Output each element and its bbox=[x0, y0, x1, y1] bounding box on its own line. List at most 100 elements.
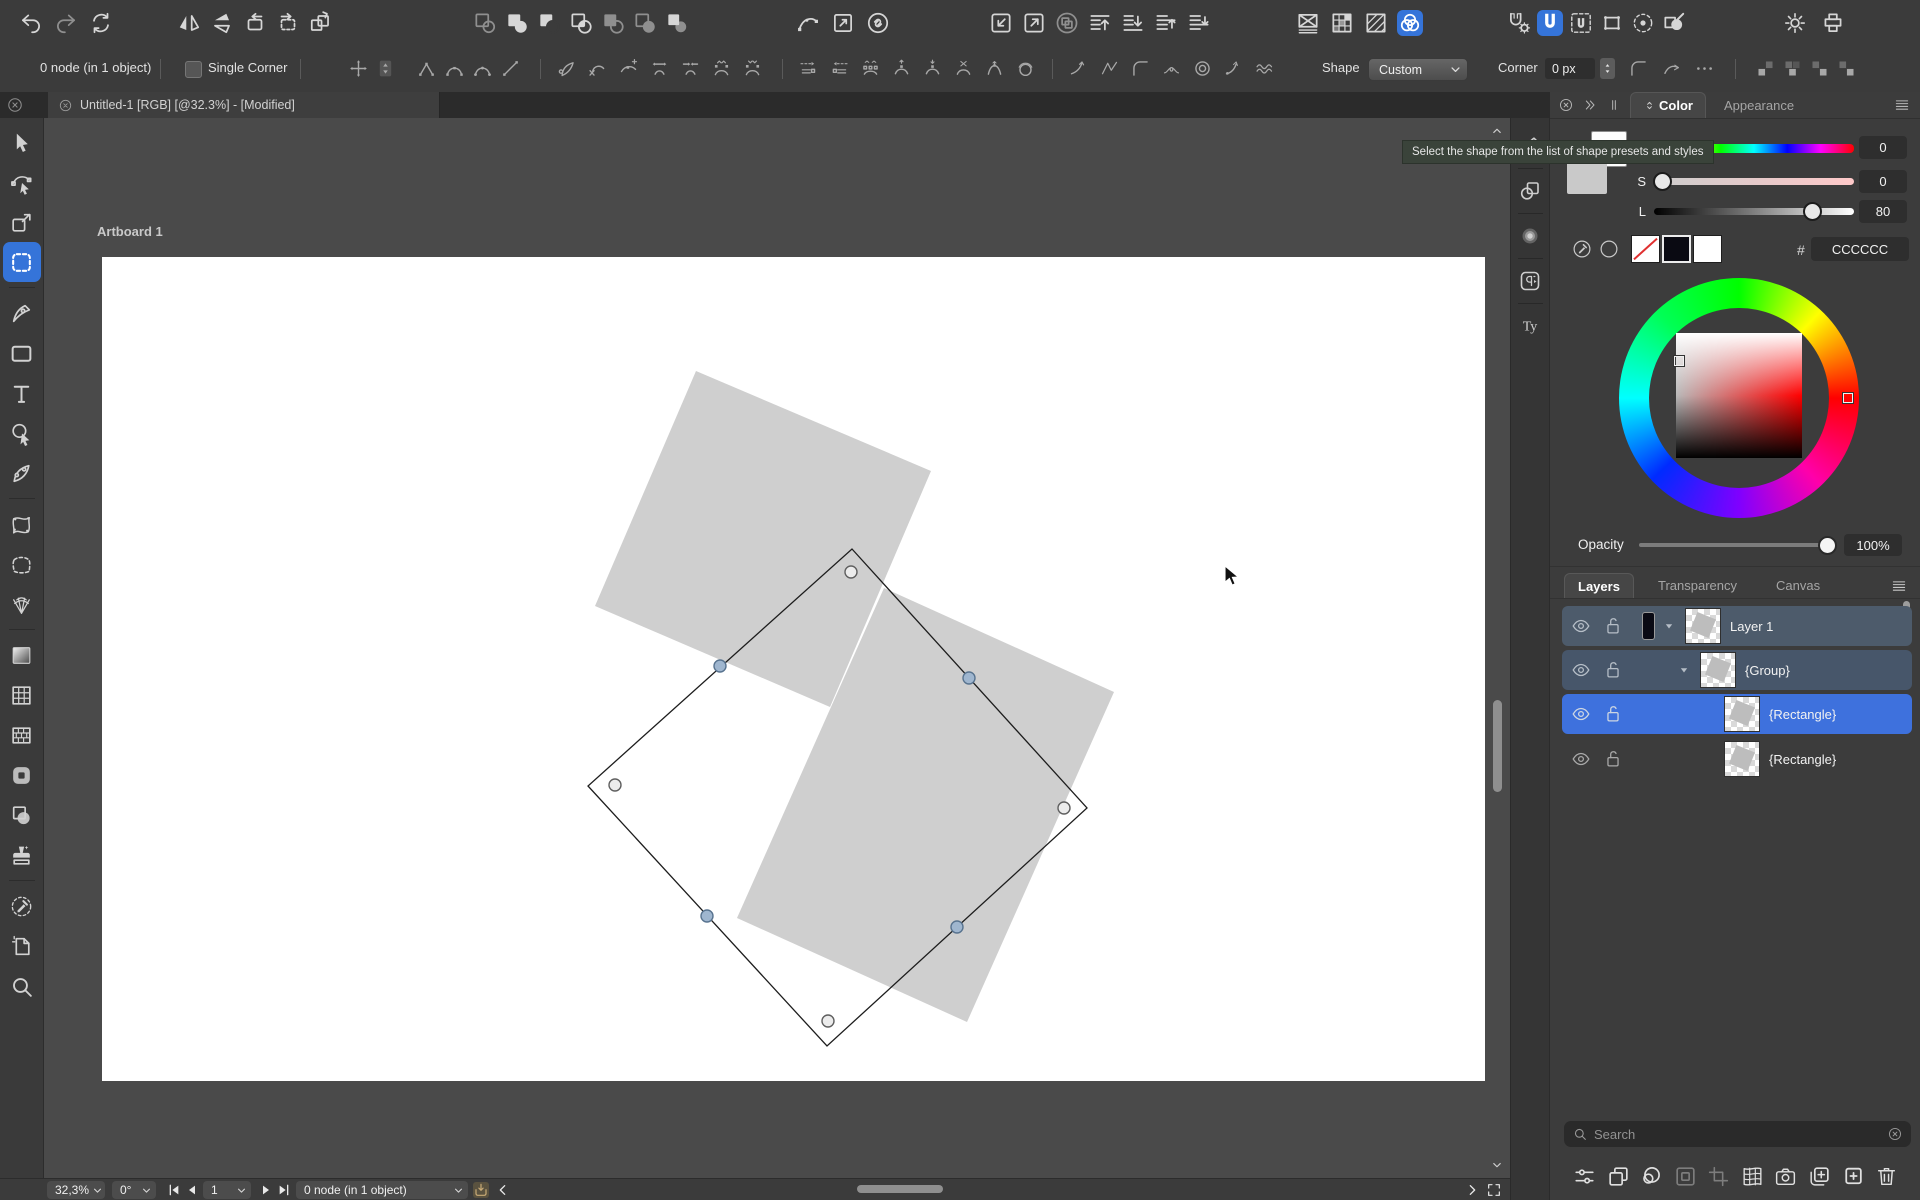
rotate-left-icon[interactable] bbox=[242, 10, 268, 36]
prev-page-icon[interactable] bbox=[184, 1182, 200, 1198]
zoom-level-dropdown[interactable]: 32,3% bbox=[47, 1181, 105, 1199]
delete-layer-icon[interactable] bbox=[1874, 1164, 1899, 1189]
undo-icon[interactable] bbox=[18, 10, 44, 36]
round-path-icon[interactable] bbox=[1130, 58, 1151, 79]
import-icon[interactable] bbox=[988, 10, 1014, 36]
erase-node-icon[interactable] bbox=[587, 58, 608, 79]
scroll-down-icon[interactable] bbox=[1490, 1158, 1504, 1172]
flip-vertical-icon[interactable] bbox=[209, 10, 235, 36]
mesh-icon[interactable] bbox=[1740, 1164, 1765, 1189]
saturation-value[interactable]: 0 bbox=[1859, 170, 1907, 193]
fullscreen-icon[interactable] bbox=[1486, 1182, 1502, 1198]
export-icon[interactable] bbox=[1021, 10, 1047, 36]
eye-icon[interactable] bbox=[1570, 703, 1592, 725]
canvas-svg[interactable] bbox=[44, 118, 1510, 1178]
select-tool[interactable] bbox=[3, 122, 41, 162]
distribute-nodes-icon[interactable] bbox=[860, 58, 881, 79]
boolean-exclude-icon[interactable] bbox=[600, 10, 626, 36]
widen-nodes-icon[interactable] bbox=[649, 58, 670, 79]
horizontal-scrollbar[interactable] bbox=[857, 1185, 943, 1193]
waves-icon[interactable] bbox=[1254, 58, 1275, 79]
rectangle-tool[interactable] bbox=[3, 333, 41, 373]
envelope-distort-icon[interactable] bbox=[1295, 10, 1321, 36]
hue-value[interactable]: 0 bbox=[1859, 136, 1907, 159]
move-nodes-icon[interactable] bbox=[348, 58, 369, 79]
lightness-value[interactable]: 80 bbox=[1859, 200, 1907, 223]
layer-thumbnail[interactable] bbox=[1700, 652, 1736, 688]
shape-builder-icon[interactable] bbox=[1661, 10, 1687, 36]
clone-tool[interactable] bbox=[3, 795, 41, 835]
boolean-outline-icon[interactable] bbox=[472, 10, 498, 36]
rotation-dropdown[interactable]: 0° bbox=[112, 1181, 156, 1199]
eye-icon[interactable] bbox=[1570, 748, 1592, 770]
pixel-preview-icon[interactable] bbox=[1329, 10, 1355, 36]
layer-name[interactable]: Layer 1 bbox=[1730, 619, 1773, 634]
app-settings-icon[interactable] bbox=[1782, 10, 1808, 36]
raise-nodes-icon[interactable] bbox=[891, 58, 912, 79]
layer-name[interactable]: {Rectangle} bbox=[1769, 752, 1836, 767]
rotate-right-icon[interactable] bbox=[275, 10, 301, 36]
opacity-slider[interactable] bbox=[1639, 543, 1829, 547]
snap-settings-icon[interactable] bbox=[1506, 10, 1532, 36]
lightness-slider[interactable] bbox=[1654, 208, 1854, 215]
close-panel-icon[interactable] bbox=[1558, 97, 1574, 113]
boolean-union-icon[interactable] bbox=[504, 10, 530, 36]
canvas-area[interactable]: Artboard 1 bbox=[44, 118, 1510, 1178]
node-handle[interactable] bbox=[822, 1015, 834, 1027]
close-all-icon[interactable] bbox=[6, 96, 24, 114]
shape-preset-dropdown[interactable]: Custom bbox=[1368, 58, 1468, 81]
node-smooth-icon[interactable] bbox=[444, 58, 465, 79]
unlock-icon[interactable] bbox=[1602, 659, 1624, 681]
tab-canvas[interactable]: Canvas bbox=[1763, 573, 1833, 598]
redo-icon[interactable] bbox=[53, 10, 79, 36]
rings-icon[interactable] bbox=[1192, 58, 1213, 79]
color-picker-tool[interactable] bbox=[3, 886, 41, 926]
node-arc-icon[interactable] bbox=[472, 58, 493, 79]
blend-layers-icon[interactable] bbox=[1639, 1164, 1664, 1189]
nudge-stepper-icon[interactable] bbox=[375, 58, 396, 79]
direct-select-tool[interactable] bbox=[3, 162, 41, 202]
pinch-nodes-icon[interactable] bbox=[953, 58, 974, 79]
corner-radius-field[interactable]: 0 px bbox=[1545, 58, 1595, 79]
typography-panel-icon[interactable]: Ty bbox=[1518, 314, 1542, 338]
simplify-path-icon[interactable] bbox=[795, 10, 821, 36]
round-corner-icon[interactable] bbox=[1628, 58, 1649, 79]
single-corner-checkbox[interactable] bbox=[185, 61, 202, 78]
spread-nodes-icon[interactable] bbox=[742, 58, 763, 79]
flick-icon[interactable] bbox=[1223, 58, 1244, 79]
knife-node-icon[interactable] bbox=[556, 58, 577, 79]
flow-right-icon[interactable] bbox=[798, 58, 819, 79]
boolean-subtract-icon[interactable] bbox=[536, 10, 562, 36]
panel-menu-icon[interactable] bbox=[1893, 96, 1911, 114]
sharpen-icon[interactable] bbox=[1099, 58, 1120, 79]
clear-search-icon[interactable] bbox=[1887, 1126, 1903, 1142]
node-handle[interactable] bbox=[609, 779, 621, 791]
autosave-icon[interactable] bbox=[473, 1182, 489, 1198]
align-bl-icon[interactable] bbox=[1755, 58, 1776, 79]
next-page-icon[interactable] bbox=[258, 1182, 274, 1198]
blur-panel-icon[interactable] bbox=[1518, 224, 1542, 248]
eye-icon[interactable] bbox=[1570, 615, 1592, 637]
smooth-out-icon[interactable] bbox=[1068, 58, 1089, 79]
shapes-panel-icon[interactable] bbox=[1518, 179, 1542, 203]
frame-icon[interactable] bbox=[1599, 10, 1625, 36]
button-tool[interactable] bbox=[3, 755, 41, 795]
rotate-copy-icon[interactable] bbox=[308, 10, 334, 36]
mesh-fan-tool[interactable] bbox=[3, 584, 41, 624]
snap-magnet-icon[interactable] bbox=[1537, 10, 1563, 36]
warp-tool[interactable] bbox=[3, 504, 41, 544]
document-tab[interactable]: Untitled-1 [RGB] [@32.3%] - [Modified] bbox=[48, 92, 440, 118]
node-handle[interactable] bbox=[963, 672, 975, 684]
lightness-knob[interactable] bbox=[1803, 202, 1822, 221]
add-layer-icon[interactable] bbox=[1840, 1164, 1865, 1189]
no-color-icon[interactable] bbox=[1598, 238, 1620, 260]
layer-name[interactable]: {Rectangle} bbox=[1769, 707, 1836, 722]
expand-bar-icon[interactable] bbox=[1464, 1182, 1480, 1198]
saturation-lightness-square[interactable] bbox=[1676, 333, 1802, 458]
layer-row-rectangle[interactable]: {Rectangle} bbox=[1562, 739, 1912, 779]
layers-menu-icon[interactable] bbox=[1890, 577, 1908, 595]
close-tab-icon[interactable] bbox=[58, 98, 73, 113]
split-path-icon[interactable] bbox=[984, 58, 1005, 79]
swatch-black[interactable] bbox=[1662, 235, 1691, 263]
grid-tool[interactable] bbox=[3, 675, 41, 715]
